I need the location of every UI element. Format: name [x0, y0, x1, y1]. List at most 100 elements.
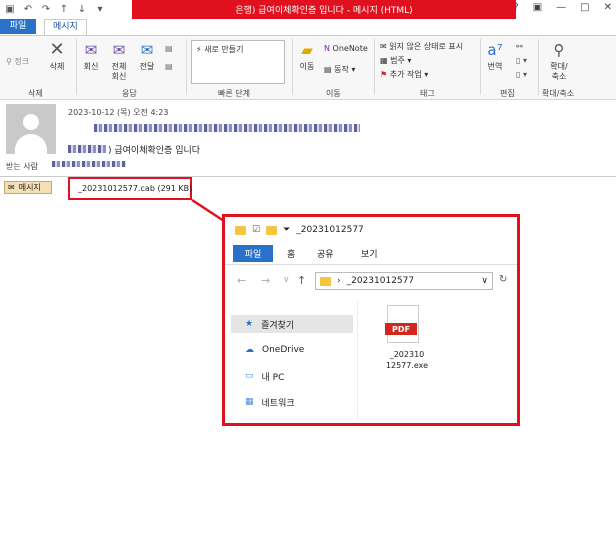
- minimize-icon[interactable]: —: [556, 2, 566, 13]
- explorer-tab-home[interactable]: 홈: [287, 247, 295, 260]
- explorer-ribbon-tabs: 파일 홈 공유 보기: [225, 244, 517, 265]
- maximize-icon[interactable]: □: [580, 2, 589, 13]
- magnifier-icon: ⚲: [553, 41, 565, 59]
- new-folder-icon[interactable]: [266, 225, 278, 235]
- customize-icon[interactable]: ▾: [94, 3, 106, 15]
- group-separator: [186, 39, 187, 95]
- find-icon[interactable]: ⚯: [516, 42, 523, 51]
- recipient-label: 받는 사람: [6, 162, 38, 171]
- address-bar[interactable]: › _20231012577 ∨: [315, 272, 493, 290]
- ribbon-display-icon[interactable]: ▣: [533, 2, 542, 13]
- related-icon[interactable]: ▯ ▾: [516, 70, 527, 79]
- group-label-tags: 태그: [420, 89, 435, 98]
- move-folder-icon: ▰: [301, 41, 313, 59]
- folder-icon: [235, 225, 246, 235]
- tab-file[interactable]: 파일: [0, 19, 36, 34]
- quick-steps-gallery[interactable]: ⚡ 새로 만들기: [191, 40, 285, 84]
- address-dropdown-icon[interactable]: ∨: [481, 276, 488, 286]
- down-arrow-icon[interactable]: ↓: [76, 3, 88, 15]
- computer-icon: ▭: [245, 371, 254, 381]
- translate-icon: a⁷: [487, 41, 503, 59]
- qat-dropdown-icon[interactable]: ⏷: [283, 225, 290, 235]
- address-path: _20231012577: [346, 276, 415, 286]
- group-separator: [76, 39, 77, 95]
- group-separator: [292, 39, 293, 95]
- cloud-icon: ☁: [245, 345, 254, 355]
- message-subject: ) 급여이체확인증 입니다: [108, 146, 201, 156]
- group-label-respond: 응답: [122, 89, 137, 98]
- message-tab[interactable]: ✉ 메시지: [4, 181, 52, 194]
- delete-button[interactable]: ✕ 삭제: [46, 40, 68, 72]
- explorer-title: _20231012577: [296, 225, 364, 235]
- title-bar: ▣ ↶ ↷ ↑ ↓ ▾ 은행) 급여이체확인증 입니다 - 메시지 (HTML)…: [0, 0, 616, 20]
- pdf-badge: PDF: [385, 323, 417, 335]
- help-icon[interactable]: ?: [513, 2, 518, 13]
- follow-up-button[interactable]: ⚑ 추가 작업 ▾: [380, 69, 428, 80]
- more-respond-icon[interactable]: ▤: [165, 44, 173, 53]
- group-label-editing: 편집: [500, 89, 515, 98]
- recent-dropdown-icon[interactable]: ∨: [283, 275, 290, 285]
- avatar: [6, 104, 56, 154]
- group-separator: [480, 39, 481, 95]
- group-label-zoom: 확대/축소: [542, 89, 575, 98]
- junk-button[interactable]: ⚲ 정크: [6, 56, 29, 67]
- address-folder-icon: [320, 276, 331, 286]
- window-title: 은행) 급여이체확인증 입니다 - 메시지 (HTML): [132, 0, 516, 19]
- delete-x-icon: ✕: [49, 39, 65, 60]
- ribbon: ⚲ 정크 ✕ 삭제 삭제 ✉ 회신 ✉ 전체 회신 ✉ 전달 ▤ ▤ 응답 ⚡ …: [0, 35, 616, 100]
- recipient-redacted: [52, 161, 126, 167]
- explorer-tab-view[interactable]: 보기: [361, 247, 378, 260]
- network-icon: ▦: [245, 397, 254, 407]
- envelope-icon: ✉: [8, 183, 15, 192]
- translate-button[interactable]: a⁷ 번역: [484, 40, 506, 72]
- reply-button[interactable]: ✉ 회신: [80, 40, 102, 72]
- nav-item-network[interactable]: ▦ 네트워크: [231, 393, 353, 411]
- move-button[interactable]: ▰ 이동: [296, 40, 318, 72]
- reply-icon: ✉: [84, 41, 98, 59]
- undo-icon[interactable]: ↶: [22, 3, 34, 15]
- sent-date: 2023-10-12 (목) 오전 4:23: [68, 108, 169, 117]
- actions-button[interactable]: ▤ 동작 ▾: [324, 64, 355, 75]
- sender-redacted: [94, 124, 360, 132]
- attachment-name: _20231012577.cab (291 KB): [78, 184, 193, 193]
- breadcrumb-chevron-icon: ›: [337, 276, 341, 286]
- quick-step-new[interactable]: ⚡ 새로 만들기: [196, 44, 244, 55]
- quick-access-toolbar: ▣ ↶ ↷ ↑ ↓ ▾: [4, 3, 106, 15]
- forward-icon: ✉: [140, 41, 154, 59]
- categorize-button[interactable]: ▦ 범주 ▾: [380, 55, 411, 66]
- back-arrow-icon[interactable]: ←: [237, 274, 246, 287]
- refresh-icon[interactable]: ↻: [499, 274, 507, 285]
- group-label-delete: 삭제: [28, 89, 43, 98]
- forward-arrow-icon[interactable]: →: [261, 274, 270, 287]
- explorer-tab-file[interactable]: 파일: [233, 245, 273, 262]
- reply-all-icon: ✉: [112, 41, 126, 59]
- group-separator: [374, 39, 375, 95]
- group-separator: [538, 39, 539, 95]
- up-arrow-icon[interactable]: ↑: [58, 3, 70, 15]
- file-name[interactable]: _202310 12577.exe: [377, 349, 437, 371]
- tab-message[interactable]: 메시지: [44, 19, 87, 36]
- save-icon[interactable]: ▣: [4, 3, 16, 15]
- explorer-tab-share[interactable]: 공유: [317, 247, 334, 260]
- reply-all-button[interactable]: ✉ 전체 회신: [108, 40, 130, 82]
- up-arrow-icon[interactable]: ↑: [297, 274, 306, 287]
- window-controls: ? ▣ — □ ✕: [513, 2, 612, 13]
- star-icon: ★: [245, 319, 254, 329]
- nav-item-this-pc[interactable]: ▭ 내 PC: [231, 367, 353, 385]
- properties-icon[interactable]: ☑: [252, 225, 260, 235]
- forward-button[interactable]: ✉ 전달: [136, 40, 158, 72]
- explorer-titlebar: ☑ ⏷ _20231012577: [235, 225, 364, 235]
- close-icon[interactable]: ✕: [604, 2, 612, 13]
- zoom-button[interactable]: ⚲ 확대/ 축소: [548, 40, 570, 82]
- onenote-button[interactable]: N OneNote: [324, 44, 368, 53]
- select-icon[interactable]: ▯ ▾: [516, 56, 527, 65]
- more-respond-icon-2[interactable]: ▤: [165, 62, 173, 71]
- ribbon-tabs: 파일 메시지: [0, 19, 616, 36]
- attachment-highlight[interactable]: _20231012577.cab (291 KB): [68, 177, 192, 200]
- nav-item-favorites[interactable]: ★ 즐겨찾기: [231, 315, 353, 333]
- avatar-body: [15, 134, 47, 154]
- nav-item-onedrive[interactable]: ☁ OneDrive: [231, 341, 353, 359]
- redo-icon[interactable]: ↷: [40, 3, 52, 15]
- mark-unread-button[interactable]: ✉ 읽지 않은 상태로 표시: [380, 41, 463, 52]
- explorer-window: ☑ ⏷ _20231012577 파일 홈 공유 보기 ← → ∨ ↑ › _2…: [222, 214, 520, 426]
